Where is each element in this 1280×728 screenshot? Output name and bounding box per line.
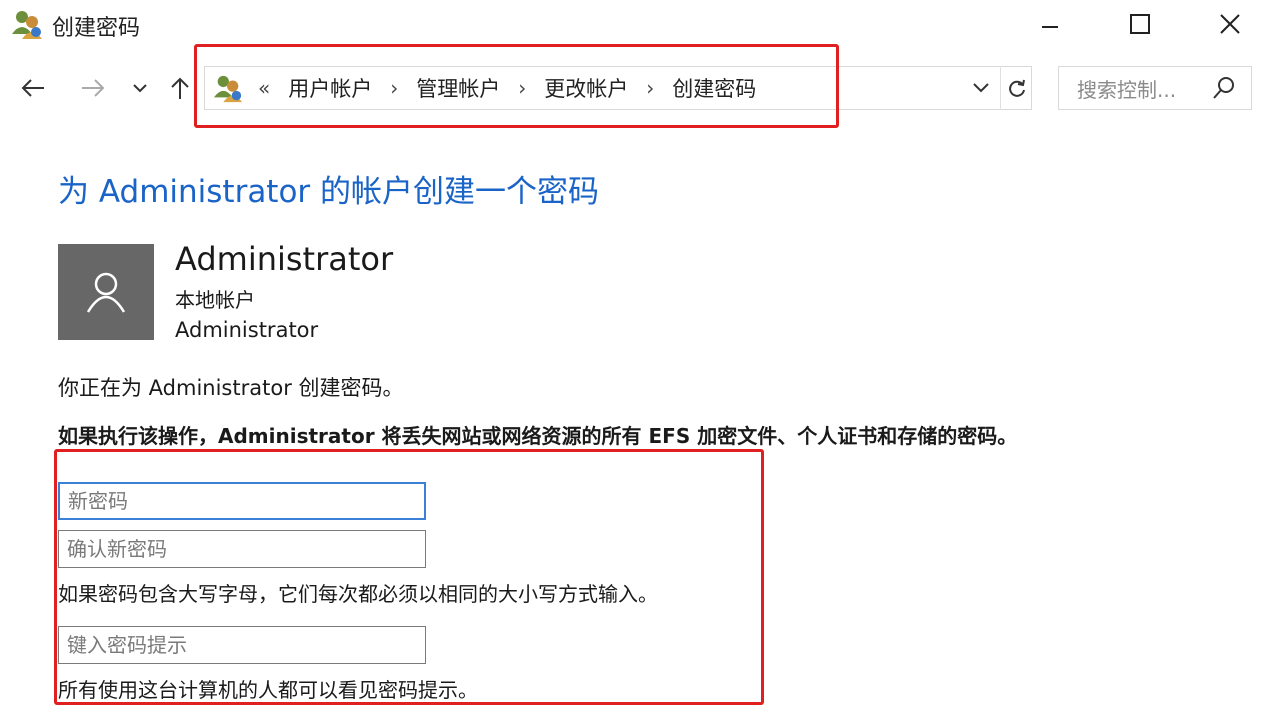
confirm-password-field[interactable]	[58, 530, 426, 568]
avatar	[58, 244, 154, 340]
hint-visibility-note: 所有使用这台计算机的人都可以看见密码提示。	[58, 678, 478, 702]
account-type: 本地帐户	[175, 288, 255, 312]
account-name: Administrator	[175, 318, 319, 342]
recent-locations-button[interactable]	[128, 70, 152, 106]
maximize-button[interactable]	[1110, 4, 1170, 44]
annotation-highlight-box	[194, 44, 839, 128]
minimize-button[interactable]	[1020, 4, 1080, 44]
page-title: 为 Administrator 的帐户创建一个密码	[58, 174, 600, 210]
user-accounts-icon	[10, 8, 44, 40]
back-button[interactable]	[16, 70, 50, 106]
warning-message: 如果执行该操作，Administrator 将丢失网站或网络资源的所有 EFS …	[58, 424, 1018, 448]
search-icon[interactable]	[1210, 74, 1238, 102]
info-message: 你正在为 Administrator 创建密码。	[58, 376, 404, 400]
address-dropdown-button[interactable]	[966, 66, 996, 110]
case-sensitivity-note: 如果密码包含大写字母，它们每次都必须以相同的大小写方式输入。	[58, 582, 658, 606]
user-name: Administrator	[175, 240, 394, 278]
refresh-button[interactable]	[1000, 66, 1032, 110]
new-password-field[interactable]	[58, 482, 426, 520]
up-button[interactable]	[164, 70, 196, 106]
password-hint-field[interactable]	[58, 626, 426, 664]
close-button[interactable]	[1200, 4, 1260, 44]
window-title: 创建密码	[52, 16, 141, 41]
forward-button[interactable]	[76, 70, 110, 106]
user-icon	[86, 272, 126, 313]
search-placeholder[interactable]: 搜索控制...	[1077, 74, 1176, 103]
